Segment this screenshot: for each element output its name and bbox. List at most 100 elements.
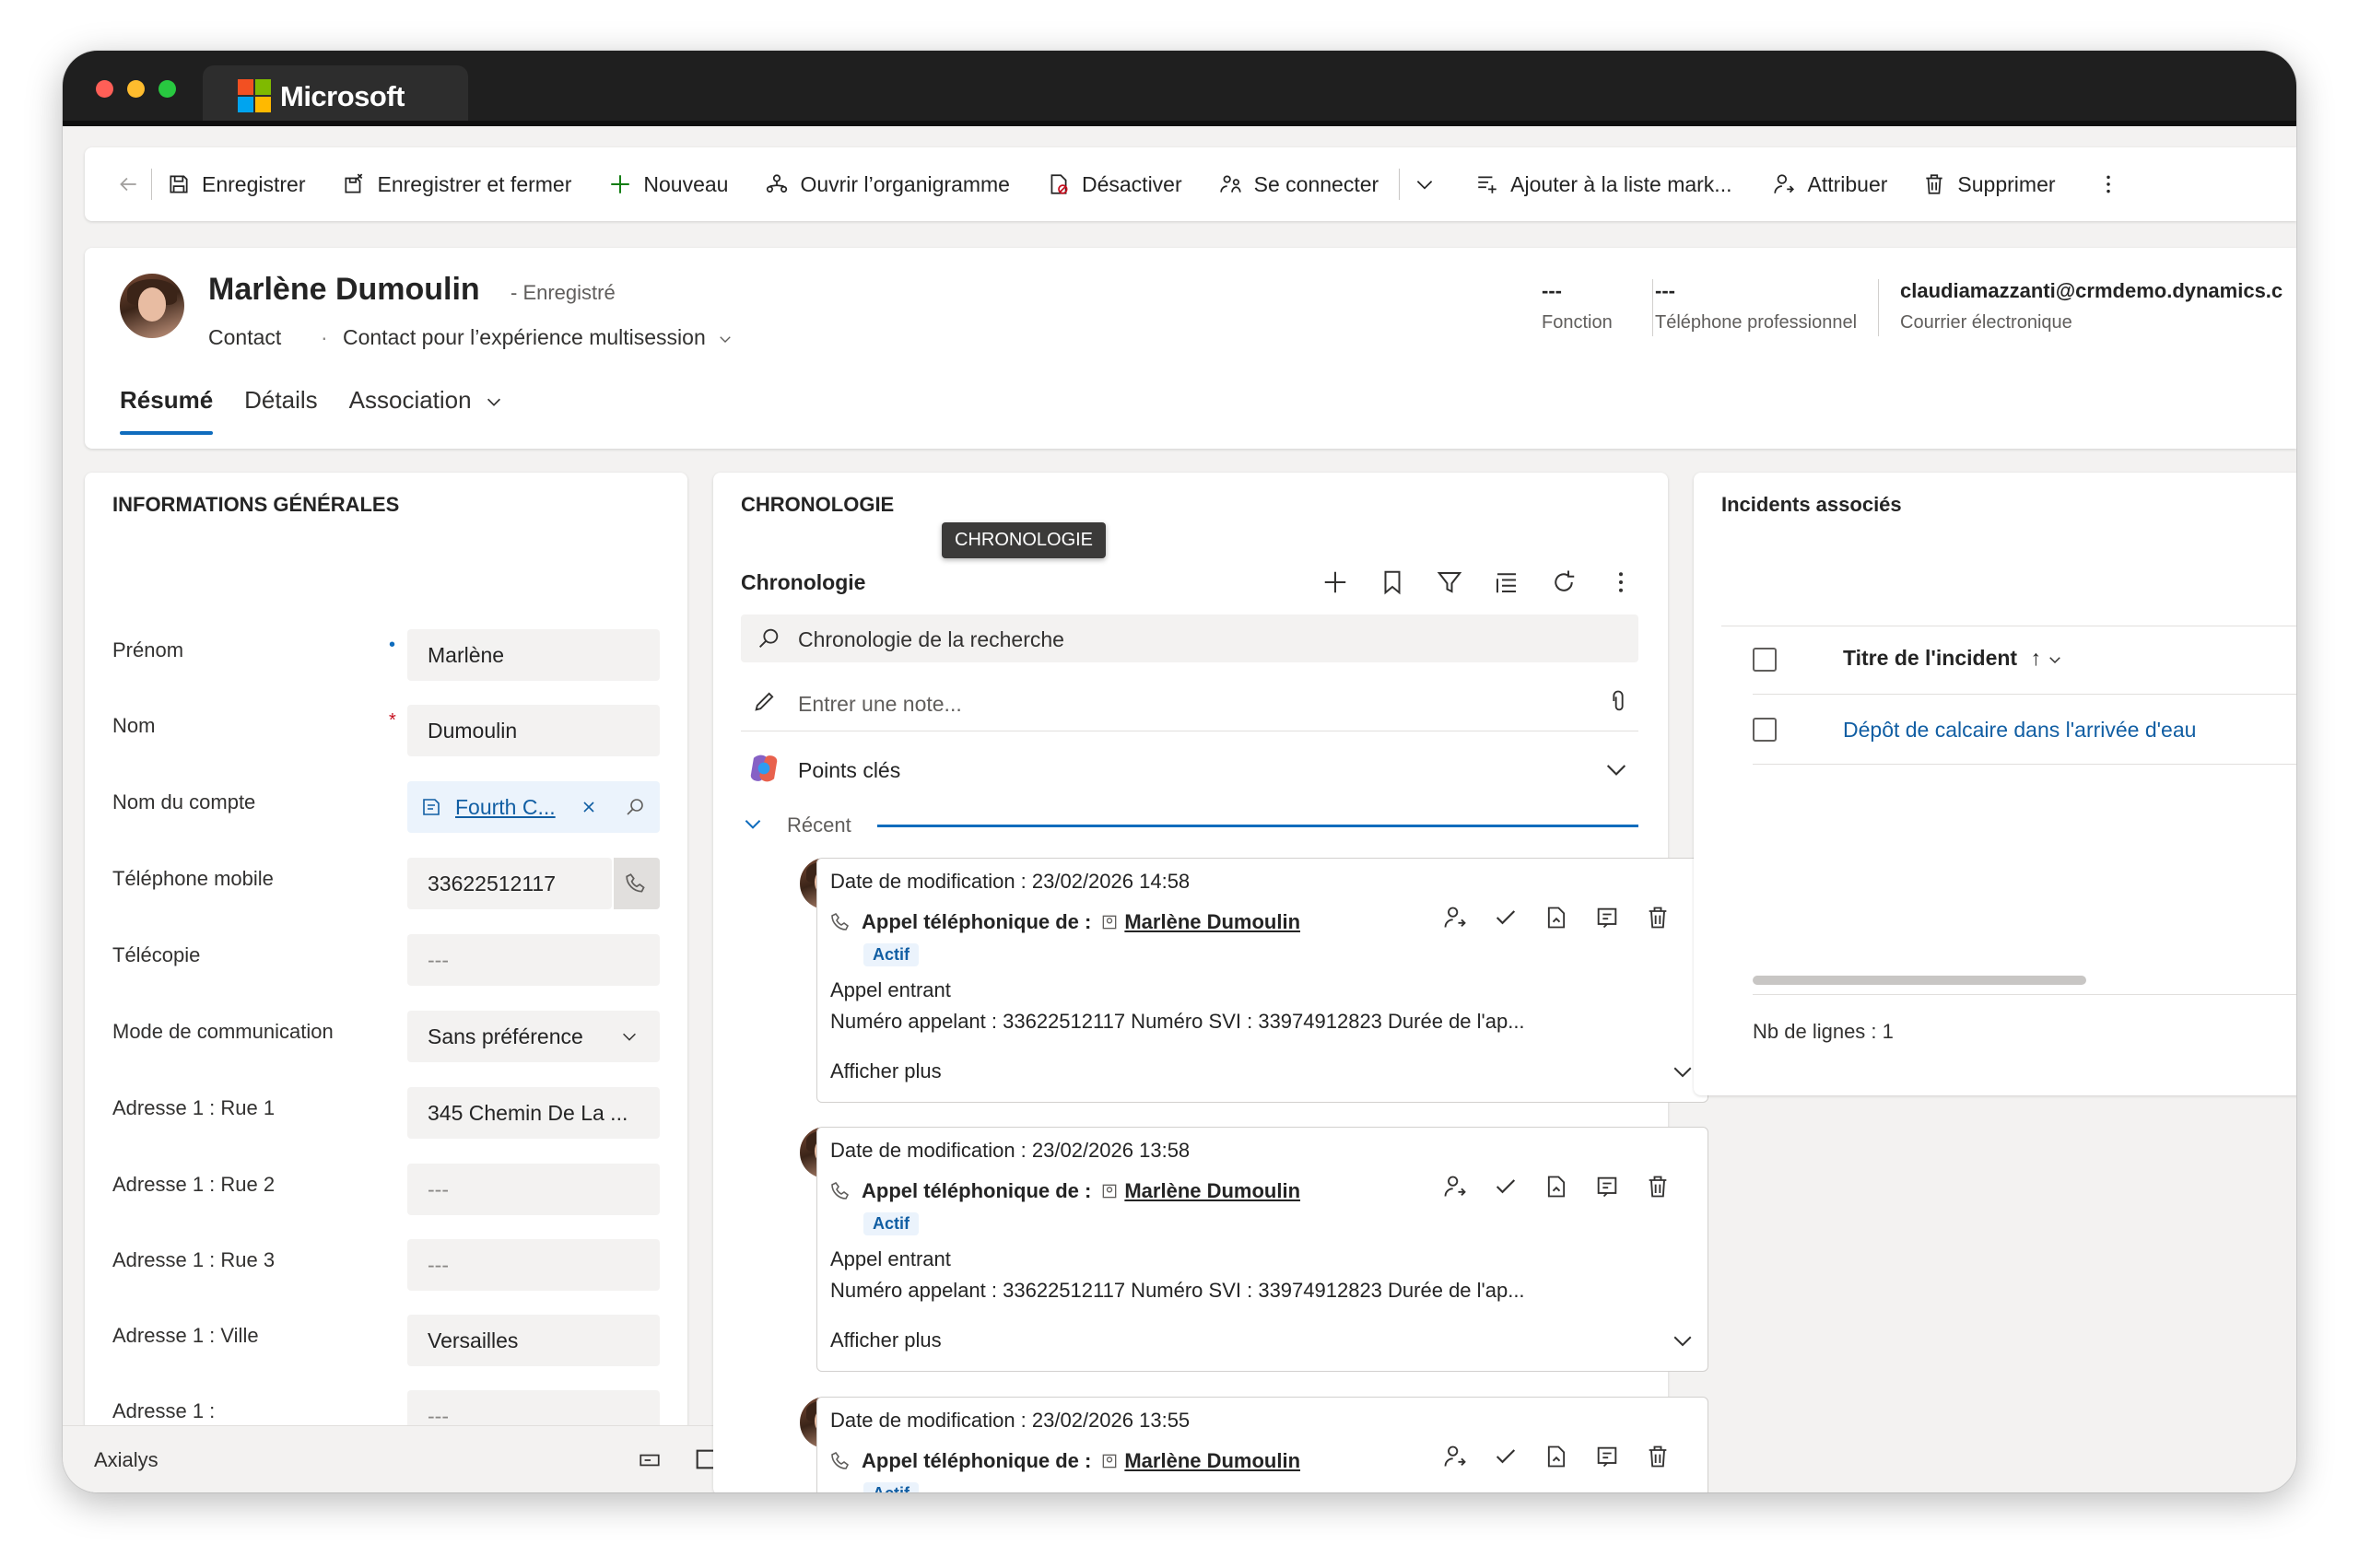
app-window: Microsoft Enregistrer Enregistrer et fer… xyxy=(63,51,2296,1492)
key-points-row[interactable]: Points clés xyxy=(741,745,1638,793)
form-tabs: Résumé Détails Association xyxy=(120,386,535,435)
activity-contact-link[interactable]: Marlène Dumoulin xyxy=(1124,1179,1300,1203)
plus-icon[interactable] xyxy=(1321,568,1349,596)
popout-icon[interactable] xyxy=(638,1448,662,1472)
list-sort-icon[interactable] xyxy=(1493,568,1520,596)
activity-details: Numéro appelant : 33622512117 Numéro SVI… xyxy=(830,1010,1525,1033)
connect-dropdown-button[interactable] xyxy=(1413,147,1448,221)
activity-card[interactable]: Date de modification : 23/02/2026 13:58 … xyxy=(816,1127,1708,1372)
attachment-icon[interactable] xyxy=(1605,688,1631,714)
deactivate-button[interactable]: Désactiver xyxy=(1047,147,1182,221)
trash-icon[interactable] xyxy=(1645,1444,1671,1469)
row-checkbox[interactable] xyxy=(1753,718,1777,742)
back-button[interactable] xyxy=(116,147,151,221)
recent-label: Récent xyxy=(787,813,851,837)
checkmark-icon[interactable] xyxy=(1493,1174,1519,1199)
document-icon[interactable] xyxy=(1543,905,1569,930)
bookmark-icon[interactable] xyxy=(1379,568,1406,596)
new-button[interactable]: Nouveau xyxy=(608,147,728,221)
assign-button[interactable]: Attribuer xyxy=(1772,147,1887,221)
activity-contact-link[interactable]: Marlène Dumoulin xyxy=(1124,1449,1300,1473)
header-divider xyxy=(1652,279,1653,336)
header-field-business-phone[interactable]: --- Téléphone professionnel xyxy=(1655,279,1857,333)
assign-person-icon[interactable] xyxy=(1442,905,1468,930)
account-lookup[interactable]: Fourth C... xyxy=(407,781,660,833)
last-name-input[interactable]: Dumoulin xyxy=(407,705,660,756)
form-selector[interactable]: Contact pour l’expérience multisession xyxy=(343,325,734,350)
assign-person-icon[interactable] xyxy=(1442,1444,1468,1469)
select-all-checkbox[interactable] xyxy=(1753,648,1777,672)
tab-summary[interactable]: Résumé xyxy=(120,386,214,435)
save-close-button[interactable]: Enregistrer et fermer xyxy=(342,147,571,221)
close-window-button[interactable] xyxy=(96,80,113,98)
maximize-window-button[interactable] xyxy=(158,80,176,98)
field-label: Prénom xyxy=(112,638,184,661)
field-account-name: Nom du compte Fourth C... xyxy=(112,781,660,837)
header-field-job-title[interactable]: --- Fonction xyxy=(1542,279,1613,333)
timeline-search[interactable]: Chronologie de la recherche xyxy=(741,614,1638,662)
activity-card[interactable]: Date de modification : 23/02/2026 13:55 … xyxy=(816,1397,1708,1492)
timeline-title: Chronologie xyxy=(741,570,866,594)
browser-tab[interactable]: Microsoft xyxy=(203,65,468,121)
contact-method-value: Sans préférence xyxy=(428,1024,583,1048)
contact-method-select[interactable]: Sans préférence xyxy=(407,1011,660,1062)
checkmark-icon[interactable] xyxy=(1493,1444,1519,1469)
show-more-link[interactable]: Afficher plus xyxy=(830,1059,942,1083)
trash-icon[interactable] xyxy=(1645,905,1671,930)
chevron-down-icon xyxy=(1606,765,1626,776)
address-city-input[interactable]: Versailles xyxy=(407,1315,660,1366)
open-record-icon[interactable] xyxy=(1594,1444,1620,1469)
open-record-icon[interactable] xyxy=(1594,905,1620,930)
note-input[interactable]: Entrer une note... xyxy=(741,675,1638,731)
chevron-down-icon[interactable] xyxy=(1669,1058,1696,1085)
horizontal-scrollbar[interactable] xyxy=(1753,976,2086,985)
add-to-list-label: Ajouter à la liste mark... xyxy=(1510,171,1732,196)
contact-card-icon xyxy=(1103,1184,1117,1199)
connect-button[interactable]: Se connecter xyxy=(1219,147,1379,221)
incident-title-column-header[interactable]: Titre de l'incident ↑ xyxy=(1843,646,2063,671)
chevron-down-icon xyxy=(487,398,500,406)
recent-group-header[interactable]: Récent xyxy=(741,808,1638,841)
save-close-label: Enregistrer et fermer xyxy=(377,171,572,196)
open-record-icon[interactable] xyxy=(1594,1174,1620,1199)
assign-person-icon[interactable] xyxy=(1442,1174,1468,1199)
incident-link[interactable]: Dépôt de calcaire dans l'arrivée d'eau xyxy=(1843,718,2196,743)
fax-input[interactable]: --- xyxy=(407,934,660,986)
refresh-icon[interactable] xyxy=(1550,568,1578,596)
minimize-window-button[interactable] xyxy=(127,80,145,98)
address-street1-input[interactable]: 345 Chemin De La ... xyxy=(407,1087,660,1139)
chevron-down-icon[interactable] xyxy=(1669,1327,1696,1354)
activity-date: Date de modification : 23/02/2026 13:55 xyxy=(830,1409,1191,1432)
checkmark-icon[interactable] xyxy=(1493,905,1519,930)
account-link[interactable]: Fourth C... xyxy=(455,781,556,833)
call-button[interactable] xyxy=(614,858,660,909)
table-row[interactable]: Dépôt de calcaire dans l'arrivée d'eau xyxy=(1753,696,2296,765)
header-field-label: Courrier électronique xyxy=(1900,312,2072,333)
document-icon[interactable] xyxy=(1543,1444,1569,1469)
field-address-street2: Adresse 1 : Rue 2 --- xyxy=(112,1164,660,1219)
header-field-email[interactable]: claudiamazzanti@crmdemo.dynamics.c Courr… xyxy=(1900,279,2296,333)
delete-button[interactable]: Supprimer xyxy=(1922,147,2056,221)
org-chart-button[interactable]: Ouvrir l’organigramme xyxy=(765,147,1010,221)
activity-card[interactable]: Date de modification : 23/02/2026 14:58 … xyxy=(816,858,1708,1103)
document-icon[interactable] xyxy=(1543,1174,1569,1199)
activity-contact-link[interactable]: Marlène Dumoulin xyxy=(1124,910,1300,934)
save-button[interactable]: Enregistrer xyxy=(167,147,305,221)
filter-icon[interactable] xyxy=(1436,568,1463,596)
mobile-phone-input[interactable]: 33622512117 xyxy=(407,858,612,909)
more-vertical-icon[interactable] xyxy=(1607,568,1635,596)
toolbar-divider xyxy=(1399,169,1401,200)
address-street2-input[interactable]: --- xyxy=(407,1164,660,1215)
search-icon[interactable] xyxy=(624,796,646,818)
more-commands-button[interactable] xyxy=(2096,147,2131,221)
tab-details[interactable]: Détails xyxy=(244,386,317,435)
chevron-down-icon xyxy=(745,820,761,829)
tab-association[interactable]: Association xyxy=(349,386,504,435)
trash-icon[interactable] xyxy=(1645,1174,1671,1199)
header-field-label: Fonction xyxy=(1542,312,1613,333)
address-street3-input[interactable]: --- xyxy=(407,1239,660,1291)
close-icon[interactable] xyxy=(580,798,598,816)
add-to-marketing-list-button[interactable]: Ajouter à la liste mark... xyxy=(1475,147,1731,221)
first-name-input[interactable]: Marlène xyxy=(407,629,660,681)
show-more-link[interactable]: Afficher plus xyxy=(830,1328,942,1352)
